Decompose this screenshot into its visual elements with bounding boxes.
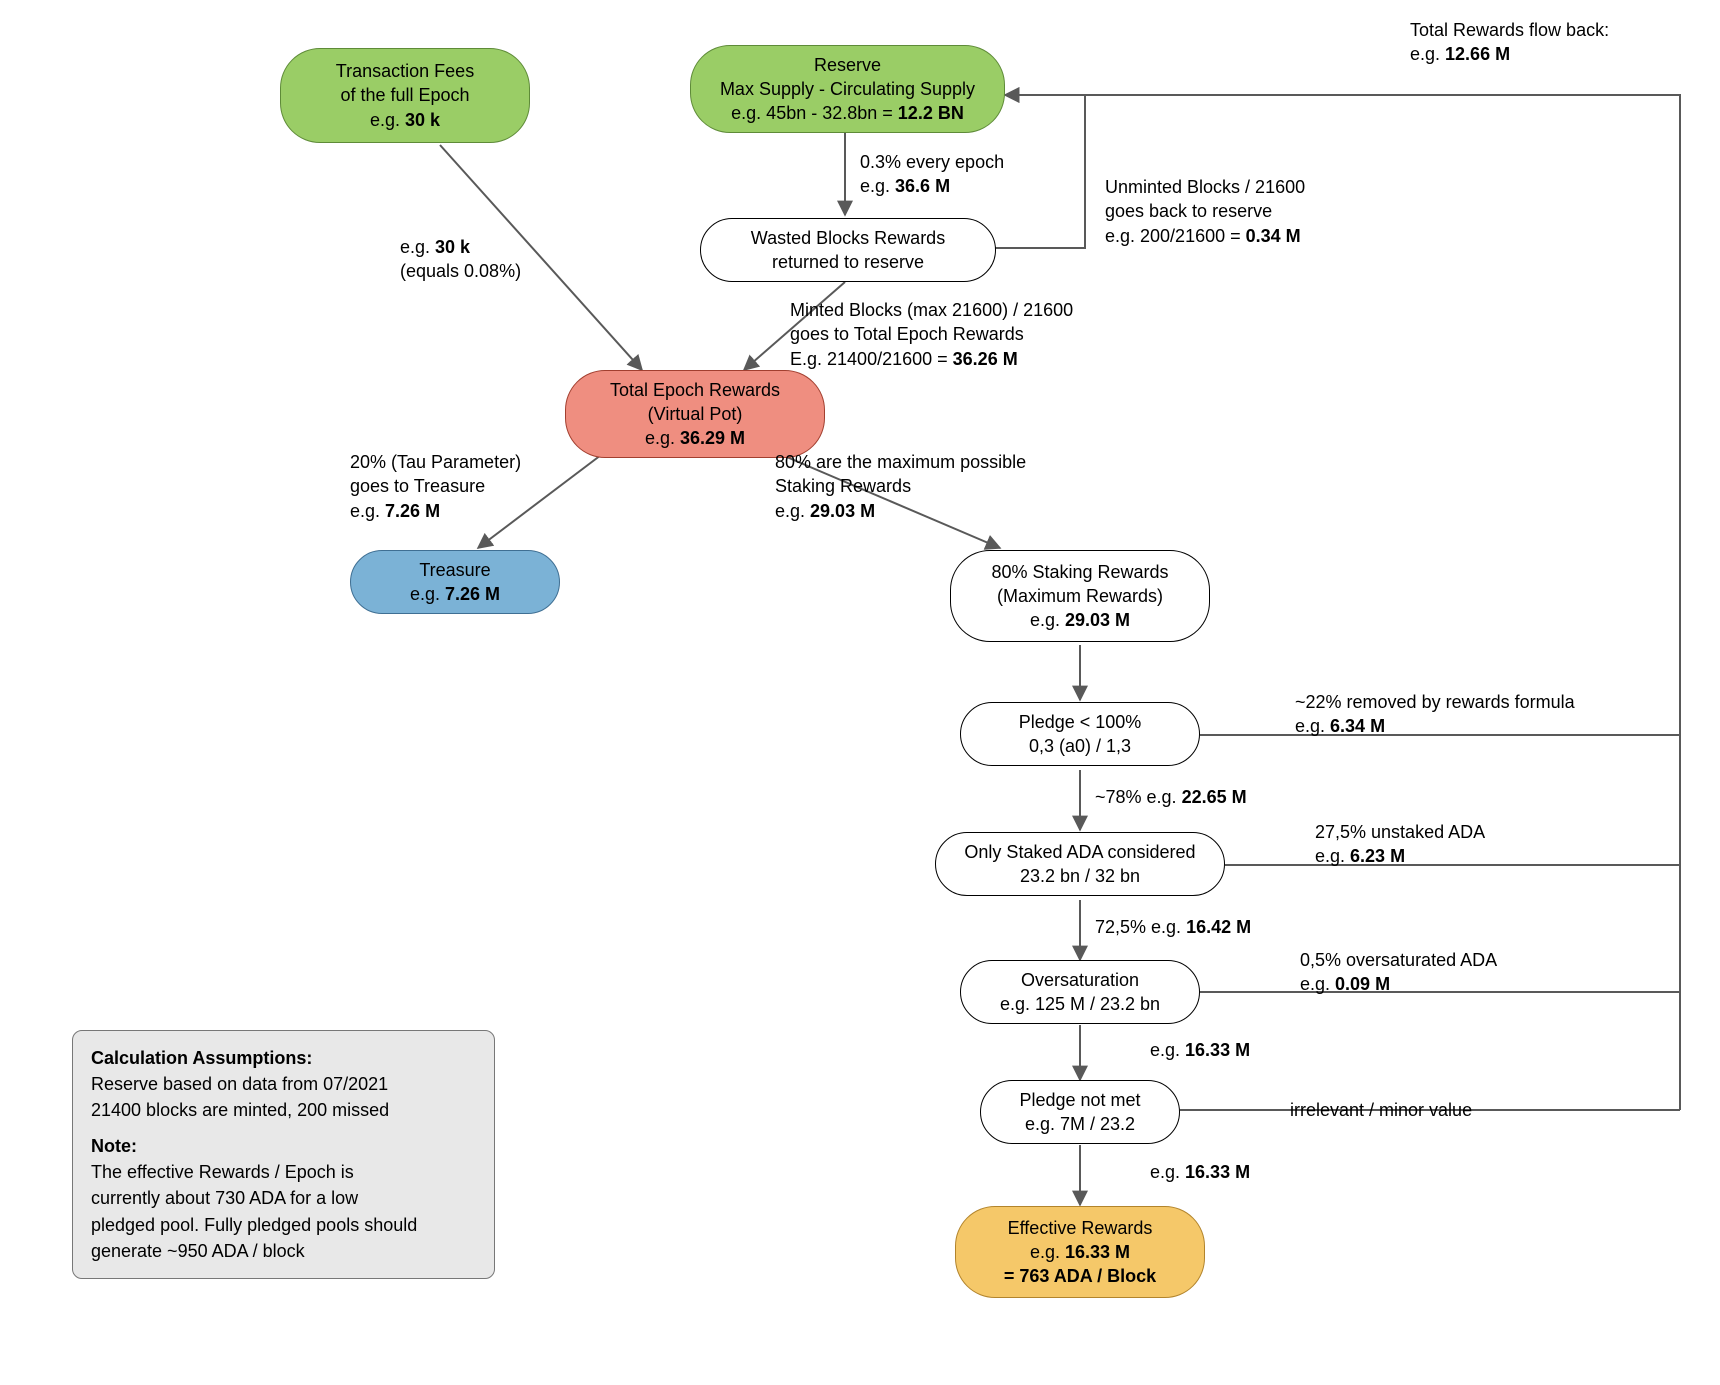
node-effective-rewards: Effective Rewards e.g. 16.33 M = 763 ADA… xyxy=(955,1206,1205,1298)
label-78: ~78% e.g. 22.65 M xyxy=(1095,785,1247,809)
node-pledge-lt-100: Pledge < 100% 0,3 (a0) / 1,3 xyxy=(960,702,1200,766)
label-after-oversat: e.g. 16.33 M xyxy=(1150,1038,1250,1062)
node-treasure: Treasure e.g. 7.26 M xyxy=(350,550,560,614)
label-remove22: ~22% removed by rewards formula e.g. 6.3… xyxy=(1295,690,1575,739)
label-tau: 20% (Tau Parameter) goes to Treasure e.g… xyxy=(350,450,521,523)
label-unminted: Unminted Blocks / 21600 goes back to res… xyxy=(1105,175,1305,248)
label-flowback: Total Rewards flow back: e.g. 12.66 M xyxy=(1410,18,1609,67)
node-staking-rewards: 80% Staking Rewards (Maximum Rewards) e.… xyxy=(950,550,1210,642)
label-after-pledge: e.g. 16.33 M xyxy=(1150,1160,1250,1184)
label-oversat: 0,5% oversaturated ADA e.g. 0.09 M xyxy=(1300,948,1497,997)
label-txfees-amount: e.g. 30 k (equals 0.08%) xyxy=(400,235,521,284)
label-reserve-rate: 0.3% every epoch e.g. 36.6 M xyxy=(860,150,1004,199)
node-reserve: Reserve Max Supply - Circulating Supply … xyxy=(690,45,1005,133)
label-unstaked: 27,5% unstaked ADA e.g. 6.23 M xyxy=(1315,820,1485,869)
label-minted: Minted Blocks (max 21600) / 21600 goes t… xyxy=(790,298,1073,371)
node-transaction-fees: Transaction Fees of the full Epoch e.g. … xyxy=(280,48,530,143)
node-total-epoch-rewards: Total Epoch Rewards (Virtual Pot) e.g. 3… xyxy=(565,370,825,458)
node-oversaturation: Oversaturation e.g. 125 M / 23.2 bn xyxy=(960,960,1200,1024)
label-72: 72,5% e.g. 16.42 M xyxy=(1095,915,1251,939)
node-pledge-not-met: Pledge not met e.g. 7M / 23.2 xyxy=(980,1080,1180,1144)
note-box: Calculation Assumptions: Reserve based o… xyxy=(72,1030,495,1279)
node-only-staked: Only Staked ADA considered 23.2 bn / 32 … xyxy=(935,832,1225,896)
node-wasted-blocks: Wasted Blocks Rewards returned to reserv… xyxy=(700,218,996,282)
label-irrelevant: irrelevant / minor value xyxy=(1290,1098,1472,1122)
label-eighty: 80% are the maximum possible Staking Rew… xyxy=(775,450,1026,523)
